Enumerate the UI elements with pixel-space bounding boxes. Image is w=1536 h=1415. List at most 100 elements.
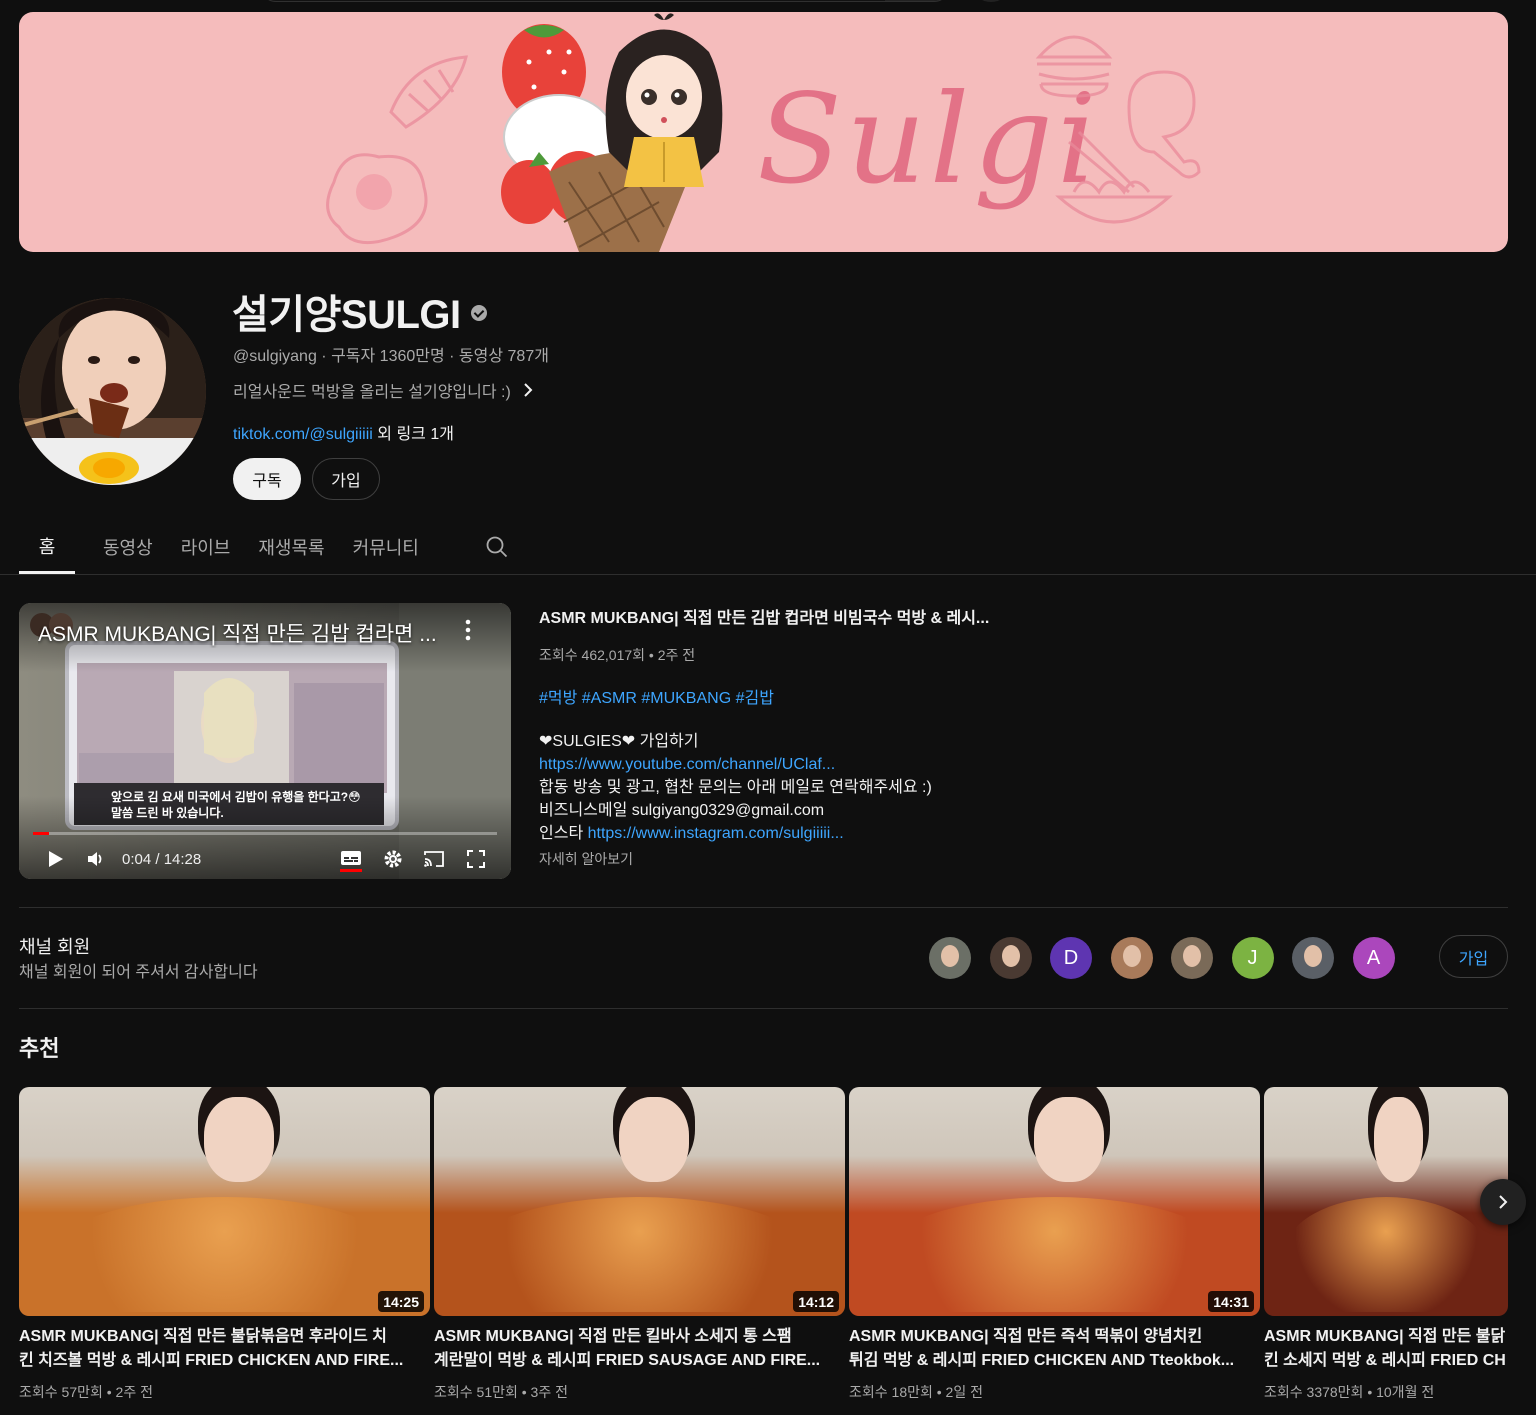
read-more-link[interactable]: 자세히 알아보기 [539, 849, 633, 869]
desc-link-youtube[interactable]: https://www.youtube.com/channel/UClaf... [539, 753, 932, 776]
banner-logo-text: Sulgi [757, 68, 1101, 212]
featured-video-title[interactable]: ASMR MUKBANG| 직접 만든 김밥 컵라면 비빔국수 먹방 & 레시.… [539, 604, 1059, 628]
carousel-next-button[interactable] [1480, 1179, 1526, 1225]
tabs-divider [0, 574, 1536, 575]
channel-avatar[interactable] [19, 298, 206, 485]
member-avatar-photo [1001, 945, 1020, 967]
video-title-line: ASMR MUKBANG| 직접 만든 즉석 떡볶이 양념치킨 [849, 1328, 1203, 1345]
tab-community[interactable]: 커뮤니티 [339, 520, 433, 574]
thumbnail-person [1373, 1097, 1423, 1182]
tiktok-link[interactable]: tiktok.com/@sulgiiiii [233, 426, 373, 443]
thumbnail-food [51, 1197, 398, 1312]
tab-videos[interactable]: 동영상 [89, 520, 167, 574]
video-title[interactable]: ASMR MUKBANG| 직접 만든 불닭킨 소세지 먹방 & 레시피 FRI… [1264, 1325, 1508, 1373]
girl-character-icon [605, 13, 723, 187]
channel-handle: @sulgiyang [233, 348, 317, 365]
search-button-remnant[interactable] [885, 0, 949, 1]
section-divider [19, 907, 1508, 908]
video-title[interactable]: ASMR MUKBANG| 직접 만든 킬바사 소세지 통 스팸계란말이 먹방 … [434, 1325, 845, 1373]
video-title-line: 튀김 먹방 & 레시피 FRIED CHICKEN AND Tteokbok..… [849, 1352, 1235, 1369]
channel-tabs: 홈 동영상 라이브 재생목록 커뮤니티 [19, 520, 433, 574]
play-icon[interactable] [46, 850, 64, 868]
video-thumbnail[interactable] [1264, 1087, 1508, 1316]
video-meta: 조회수 51만회 • 3주 전 [434, 1384, 568, 1400]
recommended-heading: 추천 [19, 1036, 60, 1061]
video-duration: 14:25 [378, 1291, 424, 1312]
voice-search-remnant[interactable] [975, 0, 1007, 2]
channel-name: 설기양SULGI [232, 282, 487, 340]
member-avatar[interactable] [929, 937, 971, 979]
avatar-photo [19, 298, 206, 485]
verified-badge-icon [470, 305, 487, 321]
subtitles-icon[interactable] [340, 850, 362, 868]
drumstick-doodle-icon [1127, 70, 1201, 179]
video-meta: 조회수 3378만회 • 10개월 전 [1264, 1384, 1435, 1400]
player-title[interactable]: ASMR MUKBANG| 직접 만든 김밥 컵라면 ... [38, 618, 438, 648]
fullscreen-icon[interactable] [467, 850, 485, 868]
channel-meta: @sulgiyang · 구독자 1360만명 · 동영상 787개 [233, 342, 549, 366]
video-title-line: ASMR MUKBANG| 직접 만든 킬바사 소세지 통 스팸 [434, 1328, 792, 1345]
member-avatar[interactable]: J [1231, 937, 1274, 979]
chevron-right-icon [524, 383, 533, 397]
more-links-text[interactable]: 외 링크 1개 [373, 426, 454, 443]
member-avatar-photo [1304, 945, 1322, 967]
video-thumbnail[interactable] [434, 1087, 845, 1316]
member-avatar[interactable] [1292, 937, 1334, 979]
desc-line: 인스타 https://www.instagram.com/sulgiiiii.… [539, 822, 932, 845]
tab-playlists[interactable]: 재생목록 [244, 520, 338, 574]
member-avatar[interactable] [989, 937, 1032, 979]
video-meta: 조회수 57만회 • 2주 전 [19, 1384, 153, 1400]
featured-description: ❤SULGIES❤ 가입하기 https://www.youtube.com/c… [539, 730, 932, 845]
video-thumbnail[interactable] [19, 1087, 430, 1316]
desc-prefix: 인스타 [539, 825, 588, 842]
member-avatar[interactable]: A [1352, 937, 1395, 979]
membership-join-button[interactable]: 가입 [1439, 935, 1508, 978]
desc-line: ❤SULGIES❤ 가입하기 [539, 733, 699, 750]
video-title-line: 킨 소세지 먹방 & 레시피 FRIED CH [1264, 1352, 1506, 1369]
search-icon[interactable] [484, 534, 510, 560]
search-bar-remnant[interactable] [260, 0, 950, 2]
subscribe-button[interactable]: 구독 [233, 458, 301, 500]
video-title-line: 계란말이 먹방 & 레시피 FRIED SAUSAGE AND FIRE... [434, 1352, 821, 1369]
thumbnail-food [881, 1197, 1228, 1312]
membership-subtitle: 채널 회원이 되어 주셔서 감사합니다 [19, 964, 258, 981]
video-title-line: ASMR MUKBANG| 직접 만든 불닭 [1264, 1328, 1506, 1345]
croissant-doodle-icon [389, 55, 468, 129]
desc-link-instagram[interactable]: https://www.instagram.com/sulgiiiii... [588, 825, 844, 842]
settings-gear-icon[interactable] [383, 849, 403, 869]
join-button[interactable]: 가입 [312, 458, 380, 500]
member-avatar[interactable] [1110, 937, 1153, 979]
subtitles-active-indicator [340, 869, 362, 872]
tab-home[interactable]: 홈 [19, 520, 75, 574]
more-options-icon[interactable] [462, 618, 474, 642]
thumbnail-person [1033, 1097, 1104, 1182]
member-avatar[interactable] [1171, 937, 1213, 979]
channel-name-text: 설기양SULGI [232, 293, 461, 337]
cast-icon[interactable] [423, 850, 445, 868]
desc-line: 비즈니스메일 sulgiyang0329@gmail.com [539, 802, 825, 819]
member-avatar-photo [1183, 945, 1201, 967]
channel-description[interactable]: 리얼사운드 먹방을 올리는 설기양입니다 :) [233, 378, 535, 402]
thumbnail-food [1283, 1197, 1489, 1312]
video-thumbnail[interactable] [849, 1087, 1260, 1316]
section-divider [19, 1008, 1508, 1009]
video-duration: 14:12 [793, 1291, 839, 1312]
thumbnail-caption-2: 말씀 드린 바 있습니다. [111, 806, 224, 820]
member-avatar[interactable]: D [1050, 937, 1092, 979]
progress-bar-track[interactable] [33, 832, 497, 835]
featured-video-meta: 조회수 462,017회 • 2주 전 [539, 647, 696, 663]
tab-live[interactable]: 라이브 [167, 520, 245, 574]
member-avatar-letter: D [1063, 946, 1079, 969]
volume-icon[interactable] [86, 850, 106, 868]
thumbnail-food [466, 1197, 813, 1312]
video-title[interactable]: ASMR MUKBANG| 직접 만든 불닭볶음면 후라이드 치킨 치즈볼 먹방… [19, 1325, 430, 1373]
featured-hashtags[interactable]: #먹방 #ASMR #MUKBANG #김밥 [539, 684, 774, 708]
video-title[interactable]: ASMR MUKBANG| 직접 만든 즉석 떡볶이 양념치킨튀김 먹방 & 레… [849, 1325, 1260, 1373]
player-time: 0:04 / 14:28 [122, 851, 202, 868]
video-meta: 조회수 18만회 • 2일 전 [849, 1384, 983, 1400]
video-title-line: ASMR MUKBANG| 직접 만든 불닭볶음면 후라이드 치 [19, 1328, 387, 1345]
desc-line: 합동 방송 및 광고, 협찬 문의는 아래 메일로 연락해주세요 :) [539, 779, 932, 796]
meta-separator: · [316, 348, 332, 365]
channel-links[interactable]: tiktok.com/@sulgiiiii 외 링크 1개 [233, 420, 454, 444]
member-avatar-photo [941, 945, 959, 967]
